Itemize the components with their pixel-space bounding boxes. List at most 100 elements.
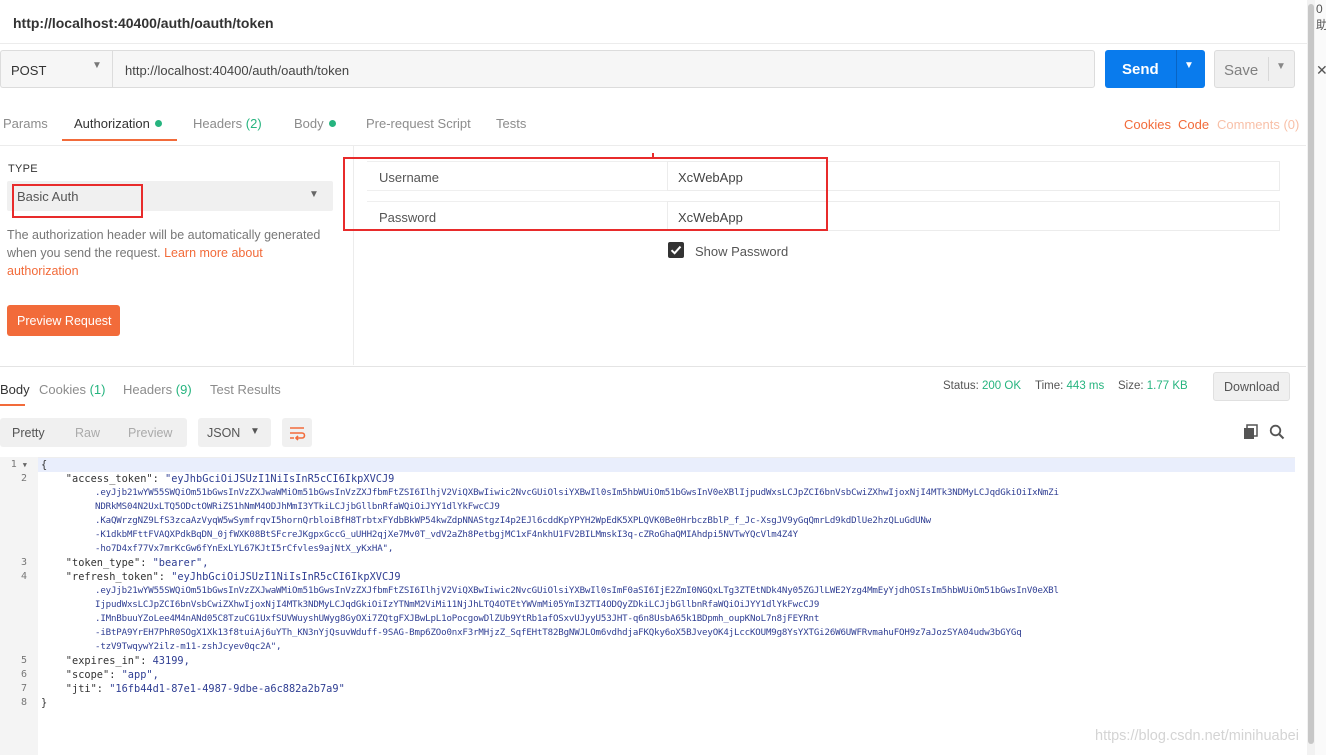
edge-text: 0助 <box>1316 2 1326 33</box>
response-tab-body[interactable]: Body <box>0 382 30 397</box>
checkmark-icon <box>670 245 682 255</box>
line-number-gutter: 1 ▼ 2 3 4 5 6 7 8 <box>0 457 38 755</box>
code-continuation: -iBtPA9YrEH7PhR0SOgX1Xk13f8tuiAj6uYTh_KN… <box>95 628 1022 638</box>
watermark: https://blog.csdn.net/minihuabei <box>1095 728 1299 744</box>
comments-link[interactable]: Comments (0) <box>1217 117 1299 132</box>
response-tab-headers[interactable]: Headers (9) <box>123 382 192 397</box>
code-continuation: -tzV9TwqywY2ilz-m11-zshJcyev0qc2A", <box>95 642 282 652</box>
code-line: "scope": "app", <box>41 668 159 682</box>
method-select[interactable]: POST ▼ <box>0 50 112 88</box>
preview-request-button[interactable]: Preview Request <box>7 305 120 336</box>
code-continuation: .eyJjb21wYW55SWQiOm51bGwsInVzZXJwaWMiOm5… <box>95 488 1059 498</box>
tab-params[interactable]: Params <box>3 116 48 131</box>
active-dot-icon <box>154 120 162 128</box>
size-label: Size: <box>1118 380 1144 392</box>
code-line: } <box>41 697 48 709</box>
cookies-link[interactable]: Cookies <box>1124 117 1171 132</box>
send-divider <box>1176 50 1177 88</box>
scrollbar-thumb[interactable] <box>1308 4 1314 744</box>
size-readout: Size: 1.77 KB <box>1118 380 1188 392</box>
url-input[interactable]: http://localhost:40400/auth/oauth/token <box>112 50 1095 88</box>
code-continuation: .eyJjb21wYW55SWQiOm51bGwsInVzZXJwaWMiOm5… <box>95 586 1059 596</box>
line-number: 7 <box>20 683 27 694</box>
response-tab-cookies[interactable]: Cookies (1) <box>39 382 105 397</box>
response-divider <box>0 366 1306 367</box>
tab-pre-request-script[interactable]: Pre-request Script <box>366 116 471 131</box>
chevron-down-icon: ▼ <box>309 189 319 200</box>
line-number: 5 <box>20 655 27 666</box>
search-icon[interactable] <box>1269 424 1285 443</box>
close-icon[interactable]: ✕ <box>1316 62 1326 79</box>
json-value: 43199, <box>152 655 190 667</box>
show-password-label[interactable]: Show Password <box>695 244 788 259</box>
response-tab-test-results[interactable]: Test Results <box>210 382 281 397</box>
line-number: 1 ▼ <box>0 459 27 470</box>
view-raw[interactable]: Raw <box>75 426 100 440</box>
window-title: http://localhost:40400/auth/oauth/token <box>13 15 274 31</box>
line-number: 8 <box>20 697 27 708</box>
annotation-mark <box>652 153 654 157</box>
title-bar: http://localhost:40400/auth/oauth/token <box>0 0 1310 44</box>
tabs-divider <box>0 145 1306 146</box>
tab-headers-label: Headers <box>193 116 243 131</box>
wrap-lines-button[interactable] <box>282 418 312 447</box>
line-number: 4 <box>20 571 27 582</box>
json-value: "bearer", <box>152 557 209 569</box>
json-value: "16fb44d1-87e1-4987-9dbe-a6c882a2b7a9" <box>109 683 345 695</box>
fold-arrow-icon[interactable]: ▼ <box>23 461 27 469</box>
tab-authorization[interactable]: Authorization <box>74 116 162 131</box>
line-number: 6 <box>20 669 27 680</box>
response-tab-cookies-label: Cookies <box>39 382 86 397</box>
view-pretty[interactable]: Pretty <box>12 426 45 440</box>
auth-description: The authorization header will be automat… <box>7 226 337 280</box>
tab-headers-count: (2) <box>245 116 262 131</box>
send-options-chevron-icon[interactable]: ▼ <box>1184 60 1194 71</box>
json-key: "refresh_token": <box>41 571 172 583</box>
save-label: Save <box>1224 62 1259 79</box>
view-mode-group: Pretty Raw Preview <box>0 418 187 447</box>
code-continuation: -K1dkbMFttFVAQXPdkBqDN_0jfWXK08BtSFcreJK… <box>95 530 798 540</box>
copy-icon[interactable] <box>1243 424 1259 443</box>
download-button[interactable]: Download <box>1213 372 1290 401</box>
method-value: POST <box>11 63 47 78</box>
view-preview[interactable]: Preview <box>128 426 172 440</box>
time-readout: Time: 443 ms <box>1035 380 1104 392</box>
format-select[interactable]: JSON ▼ <box>198 418 271 447</box>
chevron-down-icon: ▼ <box>92 60 102 71</box>
edge-glyph: 0 <box>1316 2 1323 16</box>
time-value: 443 ms <box>1066 380 1105 392</box>
json-value: "app", <box>121 669 159 681</box>
code-link[interactable]: Code <box>1178 117 1209 132</box>
show-password-checkbox[interactable] <box>668 242 684 258</box>
json-key: "scope": <box>41 669 122 681</box>
status-label: Status: <box>943 380 979 392</box>
annotation-box-auth-type <box>12 184 143 218</box>
line-number: 2 <box>20 473 27 484</box>
tab-tests[interactable]: Tests <box>496 116 526 131</box>
format-value: JSON <box>207 426 241 440</box>
json-key: "access_token": <box>41 473 165 485</box>
edge-glyph: 助 <box>1316 18 1326 32</box>
code-continuation: NDRkMS04N2UxLTQ5ODctOWRiZS1hNmM4ODJhMmI3… <box>95 502 500 512</box>
response-body-code[interactable]: { "access_token": "eyJhbGciOiJSUzI1NiIsI… <box>38 457 1295 755</box>
tab-body[interactable]: Body <box>294 116 336 131</box>
code-continuation: IjpudWxsLCJpZCI6bnVsbCwiZXhwIjoxNjI4MTk3… <box>95 600 820 610</box>
save-options-chevron-icon[interactable]: ▼ <box>1276 61 1286 72</box>
tab-body-label: Body <box>294 116 324 131</box>
send-button[interactable]: Send ▼ <box>1105 50 1205 88</box>
json-key: "jti": <box>41 683 110 695</box>
code-continuation: .KaQWrzgNZ9LfS3zcaAzVyqW5wSymfrqvI5hornQ… <box>95 516 932 526</box>
response-tab-cookies-count: (1) <box>89 382 106 397</box>
response-active-tab-underline <box>0 404 25 406</box>
status-value: 200 OK <box>982 380 1022 392</box>
line-number-value: 1 <box>10 459 17 470</box>
code-line: "token_type": "bearer", <box>41 556 209 570</box>
save-button[interactable]: Save ▼ <box>1214 50 1295 88</box>
send-label: Send <box>1122 61 1159 78</box>
tab-headers[interactable]: Headers (2) <box>193 116 262 131</box>
auth-type-label: TYPE <box>8 163 38 175</box>
code-line: "access_token": "eyJhbGciOiJSUzI1NiIsInR… <box>41 472 395 486</box>
code-continuation: .IMnBbuuYZoLee4M4nANd05C8TzuCG1UxfSUVWuy… <box>95 614 820 624</box>
code-line: { <box>41 459 48 471</box>
code-line: "expires_in": 43199, <box>41 654 190 668</box>
